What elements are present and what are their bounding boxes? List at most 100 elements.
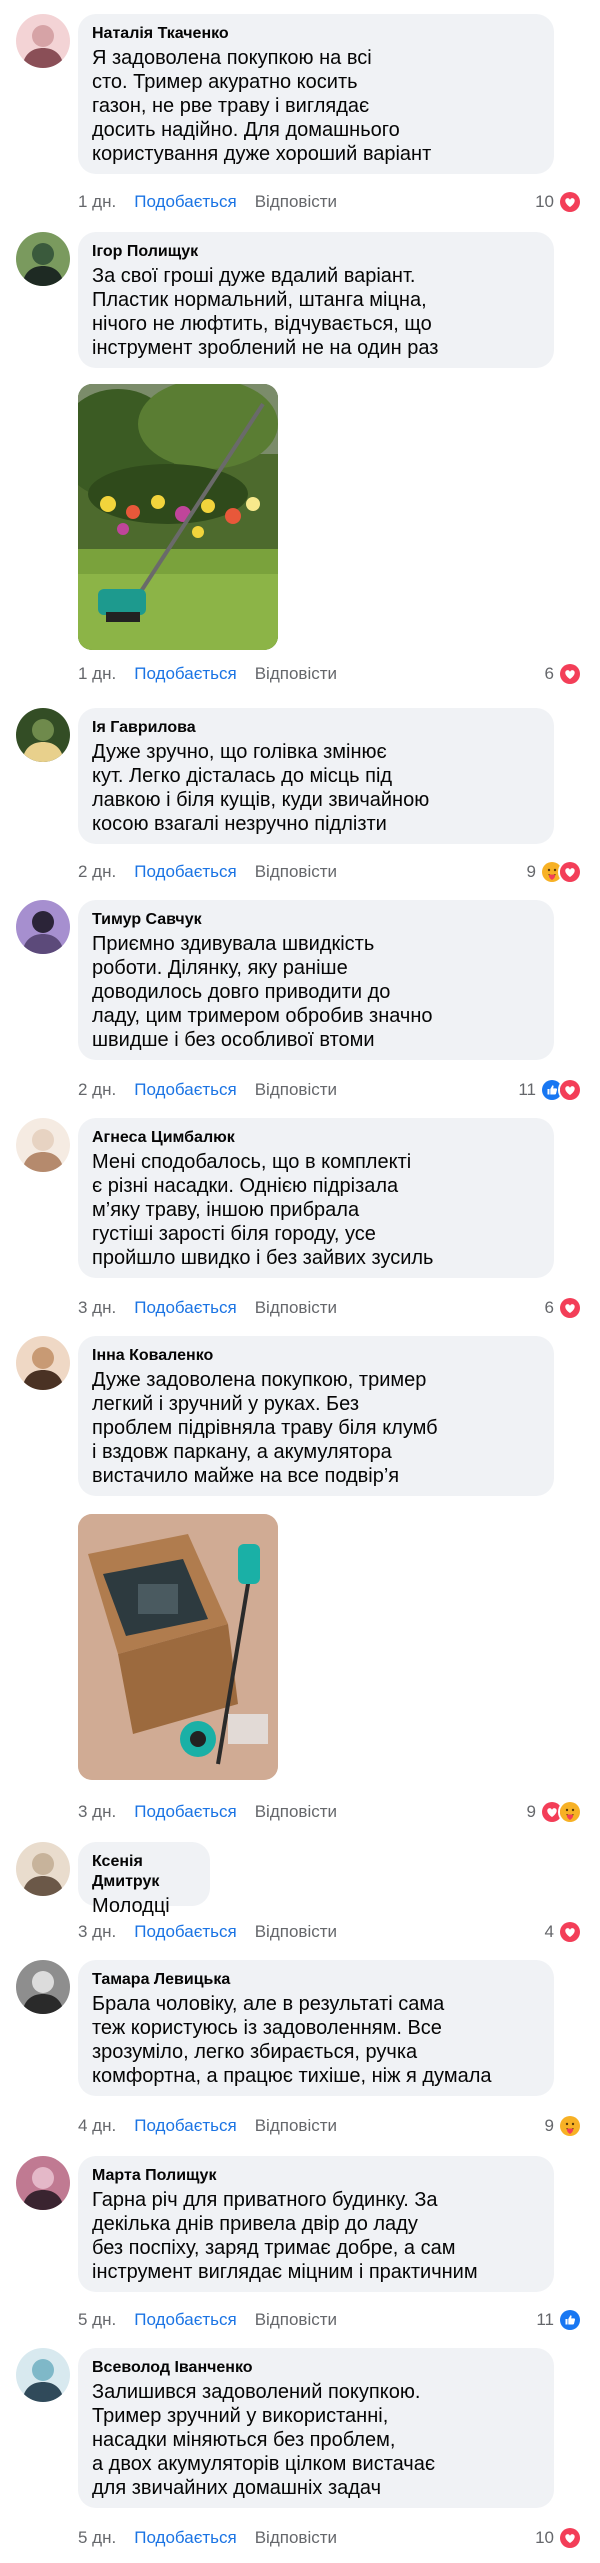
reply-button[interactable]: Відповісти <box>255 192 337 212</box>
comment-actions: 1 дн. Подобається Відповісти <box>78 664 337 684</box>
reaction-count: 11 <box>518 1080 536 1099</box>
comment-timestamp[interactable]: 4 дн. <box>78 2116 116 2136</box>
avatar[interactable] <box>16 1118 70 1172</box>
comment-author[interactable]: Всеволод Іванченко <box>92 2358 540 2378</box>
comment-text: Я задоволена покупкою на всі сто. Тример… <box>92 47 432 165</box>
comment-timestamp[interactable]: 1 дн. <box>78 664 116 684</box>
comment-timestamp[interactable]: 1 дн. <box>78 192 116 212</box>
reply-button[interactable]: Відповісти <box>255 1922 337 1942</box>
comment-text: Молодці <box>92 1895 170 1917</box>
comment-actions: 1 дн. Подобається Відповісти <box>78 192 337 212</box>
comment-timestamp[interactable]: 3 дн. <box>78 1922 116 1942</box>
like-button[interactable]: Подобається <box>134 2528 237 2548</box>
comment-timestamp[interactable]: 2 дн. <box>78 862 116 882</box>
avatar[interactable] <box>16 1336 70 1390</box>
comment-author[interactable]: Ія Гаврилова <box>92 718 540 738</box>
trimmer-garden-photo[interactable] <box>78 384 278 650</box>
reaction-summary[interactable]: 10 <box>535 2526 582 2550</box>
like-button[interactable]: Подобається <box>134 1080 237 1100</box>
comment-actions: 2 дн. Подобається Відповісти <box>78 1080 337 1100</box>
reaction-summary[interactable]: 10 <box>535 190 582 214</box>
heart-reaction-icon <box>558 2526 582 2550</box>
comment-author[interactable]: Інна Коваленко <box>92 1346 540 1366</box>
comment-bubble: Тимур Савчук Приємно здивувала швидкість … <box>78 900 554 1060</box>
comment-actions: 5 дн. Подобається Відповісти <box>78 2528 337 2548</box>
like-button[interactable]: Подобається <box>134 862 237 882</box>
comment-bubble: Ія Гаврилова Дуже зручно, що голівка змін… <box>78 708 554 844</box>
reaction-icons <box>540 860 582 884</box>
comment-timestamp[interactable]: 3 дн. <box>78 1802 116 1822</box>
avatar[interactable] <box>16 708 70 762</box>
reaction-summary[interactable]: 11 <box>536 2308 582 2332</box>
reply-button[interactable]: Відповісти <box>255 1080 337 1100</box>
reaction-count: 10 <box>535 2528 554 2547</box>
reaction-icons <box>558 1296 582 1320</box>
reply-button[interactable]: Відповісти <box>255 862 337 882</box>
reply-button[interactable]: Відповісти <box>255 2528 337 2548</box>
like-reaction-icon <box>558 2308 582 2332</box>
avatar[interactable] <box>16 1842 70 1896</box>
reaction-summary[interactable]: 4 <box>545 1920 582 1944</box>
like-button[interactable]: Подобається <box>134 1802 237 1822</box>
reply-button[interactable]: Відповісти <box>255 2310 337 2330</box>
heart-reaction-icon <box>558 1920 582 1944</box>
reaction-summary[interactable]: 6 <box>545 662 582 686</box>
like-button[interactable]: Подобається <box>134 192 237 212</box>
avatar[interactable] <box>16 2348 70 2402</box>
comment-actions: 2 дн. Подобається Відповісти <box>78 862 337 882</box>
reply-button[interactable]: Відповісти <box>255 1802 337 1822</box>
heart-reaction-icon <box>558 190 582 214</box>
reply-button[interactable]: Відповісти <box>255 1298 337 1318</box>
reply-button[interactable]: Відповісти <box>255 2116 337 2136</box>
reaction-icons <box>558 2308 582 2332</box>
comment-author[interactable]: Тимур Савчук <box>92 910 540 930</box>
reaction-icons <box>558 2526 582 2550</box>
reaction-count: 4 <box>544 1922 554 1941</box>
reply-button[interactable]: Відповісти <box>255 664 337 684</box>
reaction-icons <box>558 1920 582 1944</box>
comment-actions: 4 дн. Подобається Відповісти <box>78 2116 337 2136</box>
heart-reaction-icon <box>558 1296 582 1320</box>
heart-reaction-icon <box>558 662 582 686</box>
comment-author[interactable]: Ігор Полищук <box>92 242 540 262</box>
reaction-summary[interactable]: 6 <box>545 1296 582 1320</box>
trimmer-unboxing-photo[interactable] <box>78 1514 278 1780</box>
comment-author[interactable]: Наталія Ткаченко <box>92 24 540 44</box>
avatar[interactable] <box>16 14 70 68</box>
like-button[interactable]: Подобається <box>134 1922 237 1942</box>
like-button[interactable]: Подобається <box>134 664 237 684</box>
comment-actions: 5 дн. Подобається Відповісти <box>78 2310 337 2330</box>
comment-timestamp[interactable]: 5 дн. <box>78 2528 116 2548</box>
comment-actions: 3 дн. Подобається Відповісти <box>78 1922 337 1942</box>
reaction-count: 9 <box>526 1802 536 1821</box>
comment-timestamp[interactable]: 5 дн. <box>78 2310 116 2330</box>
like-button[interactable]: Подобається <box>134 1298 237 1318</box>
comment-timestamp[interactable]: 3 дн. <box>78 1298 116 1318</box>
reaction-summary[interactable]: 9 <box>545 2114 582 2138</box>
avatar[interactable] <box>16 900 70 954</box>
like-button[interactable]: Подобається <box>134 2310 237 2330</box>
comment-bubble: Ігор Полищук За свої гроші дуже вдалий ва… <box>78 232 554 368</box>
comment-author[interactable]: Ксенія Дмитрук <box>92 1852 196 1892</box>
reaction-summary[interactable]: 9 <box>527 1800 582 1824</box>
reaction-count: 6 <box>544 664 554 683</box>
avatar[interactable] <box>16 232 70 286</box>
comments-feed: Наталія Ткаченко Я задоволена покупкою на… <box>0 0 600 2563</box>
like-button[interactable]: Подобається <box>134 2116 237 2136</box>
reaction-icons <box>540 1800 582 1824</box>
reaction-count: 11 <box>536 2310 554 2329</box>
comment-bubble: Ксенія Дмитрук Молодці <box>78 1842 210 1917</box>
reaction-summary[interactable]: 9 <box>527 860 582 884</box>
comment-author[interactable]: Марта Полищук <box>92 2166 540 2186</box>
comment-author[interactable]: Тамара Левицька <box>92 1970 540 1990</box>
reaction-icons <box>540 1078 582 1102</box>
comment-bubble: Наталія Ткаченко Я задоволена покупкою на… <box>78 14 554 174</box>
reaction-summary[interactable]: 11 <box>518 1078 582 1102</box>
comment-author[interactable]: Агнеса Цимбалюк <box>92 1128 540 1148</box>
avatar[interactable] <box>16 2156 70 2210</box>
comment-bubble: Агнеса Цимбалюк Мені сподобалось, що в ко… <box>78 1118 554 1278</box>
avatar[interactable] <box>16 1960 70 2014</box>
reaction-count: 9 <box>544 2116 554 2135</box>
comment-bubble: Всеволод Іванченко Залишився задоволений … <box>78 2348 554 2508</box>
comment-timestamp[interactable]: 2 дн. <box>78 1080 116 1100</box>
